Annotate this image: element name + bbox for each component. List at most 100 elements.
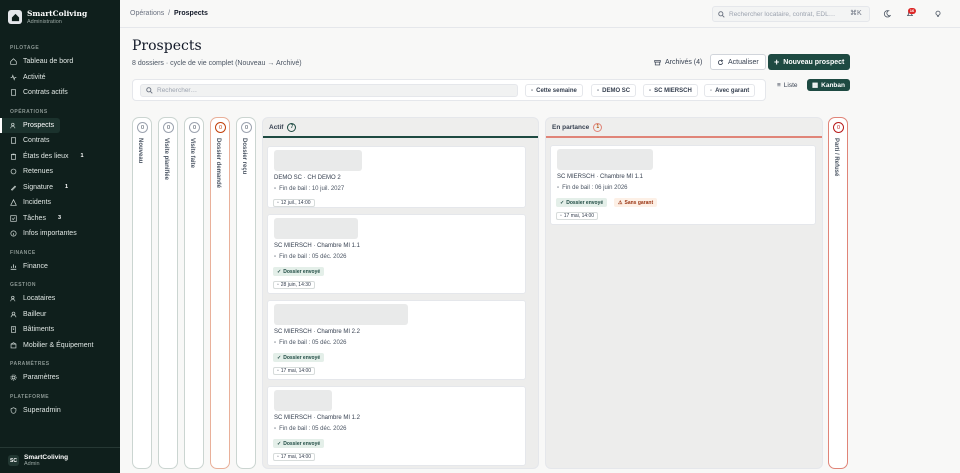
lightbulb-icon[interactable]	[934, 10, 942, 18]
calendar-icon: ▫	[274, 426, 277, 432]
sidebar-item-label: Tâches	[23, 214, 46, 222]
sidebar-item-label: Superadmin	[23, 406, 61, 414]
kanban-icon: ▦	[812, 82, 819, 89]
filter-this-week-label: Cette semaine	[536, 87, 577, 94]
card-lease-end-text: Fin de bail : 05 déc. 2026	[279, 254, 347, 260]
filter-this-week[interactable]: ▫ Cette semaine	[525, 84, 583, 97]
check-icon	[10, 215, 17, 222]
sidebar-item-batiments[interactable]: Bâtiments	[0, 322, 120, 338]
sidebar-item-label: Tableau de bord	[23, 58, 74, 66]
sidebar-item-superadmin[interactable]: Superadmin	[0, 403, 120, 419]
prospect-search-placeholder: Rechercher…	[157, 87, 198, 94]
prospect-card[interactable]: DEMO SC · CH DEMO 2 ▫ Fin de bail : 10 jui…	[267, 146, 526, 208]
badge-label: Dossier envoyé	[283, 440, 321, 447]
prospect-card[interactable]: SC MIERSCH · Chambre MI 1.2 ▫ Fin de bail …	[267, 386, 526, 466]
card-date: ▫ 28 juin, 14:30	[273, 281, 315, 289]
column-actif: Actif 7 DEMO SC · CH DEMO 2 ▫ Fin de bail :…	[262, 117, 539, 469]
column-count: 0	[163, 122, 174, 133]
sidebar-item-parametres[interactable]: Paramètres	[0, 370, 120, 386]
dossier-sent-badge: ✓ Dossier envoyé	[273, 439, 325, 448]
dossier-sent-badge: ✓ Dossier envoyé	[273, 353, 325, 362]
avatar: SC	[8, 455, 19, 466]
dossier-sent-badge: ✓ Dossier envoyé	[556, 198, 608, 207]
sidebar-item-badge: 1	[80, 153, 84, 160]
prospect-card[interactable]: SC MIERSCH · Chambre MI 1.1 ▫ Fin de bail …	[267, 214, 526, 294]
card-lease-end: ▫ Fin de bail : 05 déc. 2026	[274, 254, 347, 260]
column-count: 0	[833, 122, 844, 133]
building-icon	[11, 326, 16, 333]
filter-demo-sc[interactable]: ▫ DEMO SC	[591, 84, 637, 97]
sidebar-item-prospects[interactable]: Prospects	[0, 117, 60, 133]
new-prospect-button[interactable]: + Nouveau prospect	[768, 54, 851, 70]
column-visite-faite[interactable]: 0 Visite faite	[184, 117, 204, 469]
global-search-input[interactable]: Rechercher locataire, contrat, EDL…	[712, 6, 870, 22]
building-icon: ▫	[649, 87, 652, 94]
filter-with-guarantor-label: Avec garant	[715, 87, 750, 94]
sidebar-item-signature[interactable]: Signature 1	[0, 180, 120, 196]
sidebar-item-taches[interactable]: Tâches 3	[0, 211, 120, 227]
filter-sc-miersch[interactable]: ▫ SC MIERSCH	[643, 84, 698, 97]
sidebar-item-infos-importantes[interactable]: Infos importantes	[0, 226, 120, 242]
sidebar-item-tableau-de-bord[interactable]: Tableau de bord	[0, 54, 120, 70]
card-lease-end-text: Fin de bail : 10 juil. 2027	[279, 186, 345, 192]
breadcrumb-parent[interactable]: Opérations	[130, 10, 164, 17]
page-subtitle: 8 dossiers · cycle de vie complet (Nouve…	[132, 60, 302, 67]
prospect-name-redacted	[557, 149, 653, 170]
column-dossier-demande[interactable]: 0 Dossier demandé	[210, 117, 230, 469]
calendar-icon: ▫	[557, 185, 560, 191]
view-kanban-label: Kanban	[821, 81, 845, 89]
prospect-card[interactable]: SC MIERSCH · Chambre MI 2.2 ▫ Fin de bail …	[267, 300, 526, 380]
card-date: ▫ 17 mai, 14:00	[273, 367, 316, 375]
sidebar-item-activite[interactable]: Activité	[0, 70, 120, 86]
column-parti-refuse[interactable]: 0 Parti / Refusé	[828, 117, 848, 469]
calendar-icon: ▫	[277, 282, 279, 288]
search-icon	[718, 10, 725, 18]
sidebar-item-finance[interactable]: Finance	[0, 259, 120, 275]
alert-icon	[10, 199, 17, 206]
breadcrumb-separator: /	[168, 10, 171, 17]
calendar-icon: ▫	[274, 186, 277, 192]
clipboard-icon	[11, 153, 16, 160]
column-dossier-recu[interactable]: 0 Dossier reçu	[236, 117, 256, 469]
column-header[interactable]: En partance 1	[546, 118, 822, 138]
view-list-button[interactable]: ≡ Liste	[772, 79, 803, 91]
sidebar-item-contrats[interactable]: Contrats	[0, 133, 120, 149]
card-date-text: 28 juin, 14:30	[280, 282, 311, 288]
sidebar-item-retenues[interactable]: Retenues	[0, 164, 120, 180]
home-icon	[10, 58, 17, 65]
moon-icon[interactable]	[883, 10, 891, 18]
sidebar-item-contrats-actifs[interactable]: Contrats actifs	[0, 85, 120, 101]
sidebar-item-label: Signature	[23, 183, 53, 191]
column-visite-planifiee[interactable]: 0 Visite planifiée	[158, 117, 178, 469]
card-date: ▫ 12 juil., 14:00	[273, 199, 315, 207]
user-profile[interactable]: SC SmartColiving Admin	[0, 447, 120, 473]
archived-button[interactable]: Archivés (4)	[648, 54, 708, 70]
card-lease-end: ▫ Fin de bail : 05 déc. 2026	[274, 426, 347, 432]
users-icon	[10, 296, 16, 302]
notification-badge: 16	[908, 8, 916, 14]
column-header[interactable]: Actif 7	[263, 118, 538, 138]
filter-with-guarantor[interactable]: ◦ Avec garant	[704, 84, 756, 97]
sidebar-item-etats-des-lieux[interactable]: États des lieux 1	[0, 149, 120, 165]
refresh-button[interactable]: Actualiser	[710, 54, 766, 70]
card-date: ▫ 17 mai, 14:00	[556, 212, 599, 220]
sidebar-item-label: Finance	[23, 262, 48, 270]
sidebar-item-incidents[interactable]: Incidents	[0, 195, 120, 211]
prospect-card[interactable]: SC MIERSCH · Chambre MI 1.1 ▫ Fin de bail …	[550, 145, 816, 225]
users-icon	[10, 122, 16, 129]
filter-sc-miersch-label: SC MIERSCH	[654, 87, 692, 94]
sidebar-item-bailleur[interactable]: Bailleur	[0, 307, 120, 323]
sidebar-section-label: PILOTAGE	[10, 45, 40, 51]
column-nouveau[interactable]: 0 Nouveau	[132, 117, 152, 469]
sidebar-section-label: PLATEFORME	[10, 393, 50, 400]
sidebar-item-mobilier-equipement[interactable]: Mobilier & Équipement	[0, 338, 120, 354]
sidebar-item-locataires[interactable]: Locataires	[0, 291, 120, 307]
prospect-search-input[interactable]: Rechercher…	[140, 84, 518, 97]
view-kanban-button[interactable]: ▦ Kanban	[807, 79, 850, 91]
breadcrumb-current: Prospects	[173, 10, 208, 17]
badge-label: Sans garant	[624, 199, 654, 206]
dossier-sent-badge: ✓ Dossier envoyé	[273, 267, 325, 276]
brand[interactable]: SmartColiving Administration	[0, 0, 120, 33]
prospect-name-redacted	[274, 218, 358, 239]
column-count: 0	[241, 122, 252, 133]
